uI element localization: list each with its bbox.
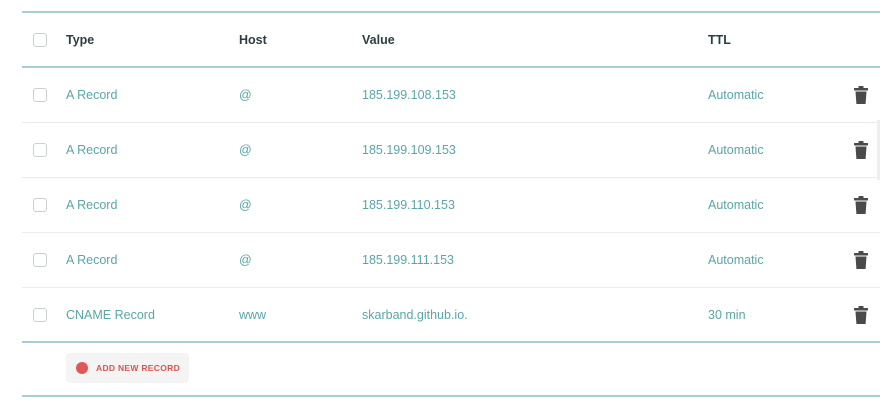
add-new-record-label: ADD NEW RECORD bbox=[96, 363, 181, 373]
record-type: A Record bbox=[66, 198, 118, 212]
table-row[interactable]: A Record @ 185.199.108.153 Automatic bbox=[22, 68, 880, 123]
record-ttl: Automatic bbox=[708, 253, 764, 267]
delete-record-button[interactable] bbox=[854, 68, 868, 122]
add-new-record-button[interactable]: ADD NEW RECORD bbox=[66, 353, 190, 383]
table-row[interactable]: A Record @ 185.199.110.153 Automatic bbox=[22, 178, 880, 233]
delete-record-button[interactable] bbox=[854, 233, 868, 287]
record-type: A Record bbox=[66, 253, 118, 267]
record-host: @ bbox=[239, 253, 252, 267]
record-value: 185.199.111.153 bbox=[362, 253, 454, 267]
record-value: 185.199.110.153 bbox=[362, 198, 455, 212]
record-type: A Record bbox=[66, 143, 118, 157]
trash-icon bbox=[854, 141, 868, 159]
record-value: 185.199.108.153 bbox=[362, 88, 456, 102]
record-type: A Record bbox=[66, 88, 118, 102]
header-value[interactable]: Value bbox=[362, 13, 395, 66]
header-ttl[interactable]: TTL bbox=[708, 13, 731, 66]
record-ttl: 30 min bbox=[708, 307, 746, 322]
header-host[interactable]: Host bbox=[239, 13, 267, 66]
record-ttl: Automatic bbox=[708, 198, 764, 212]
header-type[interactable]: Type bbox=[66, 13, 94, 66]
row-checkbox[interactable] bbox=[33, 88, 47, 102]
record-ttl: Automatic bbox=[708, 88, 764, 102]
trash-icon bbox=[854, 196, 868, 214]
trash-icon bbox=[854, 251, 868, 269]
record-host: www bbox=[239, 307, 267, 322]
delete-record-button[interactable] bbox=[854, 178, 868, 232]
record-host: @ bbox=[239, 143, 252, 157]
table-row[interactable]: A Record @ 185.199.111.153 Automatic bbox=[22, 233, 880, 288]
table-footer: ADD NEW RECORD bbox=[22, 343, 880, 395]
select-all-checkbox[interactable] bbox=[33, 32, 47, 47]
delete-record-button[interactable] bbox=[854, 123, 868, 177]
record-value: 185.199.109.153 bbox=[362, 143, 456, 157]
delete-record-button[interactable] bbox=[854, 288, 868, 341]
row-checkbox[interactable] bbox=[33, 253, 47, 267]
table-row[interactable]: A Record @ 185.199.109.153 Automatic bbox=[22, 123, 880, 178]
trash-icon bbox=[854, 305, 868, 324]
row-checkbox[interactable] bbox=[33, 198, 47, 212]
dns-records-table: Type Host Value TTL A Record @ 185.199.1… bbox=[22, 11, 880, 397]
record-ttl: Automatic bbox=[708, 143, 764, 157]
row-checkbox[interactable] bbox=[33, 307, 47, 322]
table-header-row: Type Host Value TTL bbox=[22, 13, 880, 66]
record-host: @ bbox=[239, 198, 252, 212]
record-value: skarband.github.io. bbox=[362, 307, 468, 322]
table-row[interactable]: CNAME Record www skarband.github.io. 30 … bbox=[22, 288, 880, 341]
footer-bottom-rule bbox=[22, 395, 880, 397]
trash-icon bbox=[854, 86, 868, 104]
record-host: @ bbox=[239, 88, 252, 102]
row-checkbox[interactable] bbox=[33, 143, 47, 157]
record-type: CNAME Record bbox=[66, 307, 155, 322]
add-icon bbox=[76, 362, 88, 374]
